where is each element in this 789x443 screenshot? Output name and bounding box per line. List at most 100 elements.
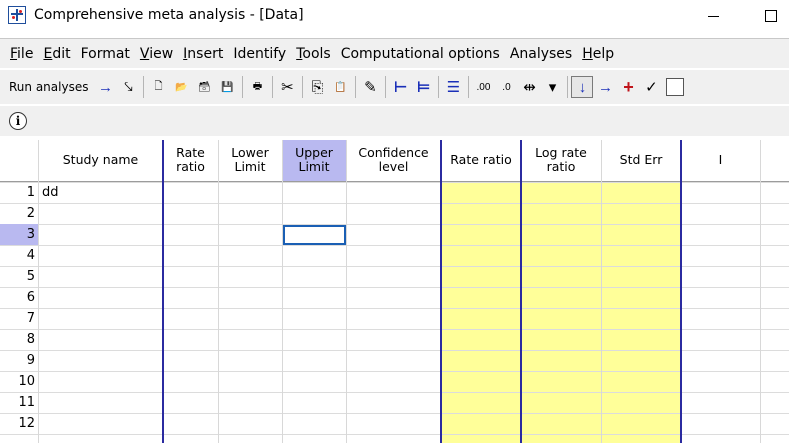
column-header[interactable]: Rate ratio	[163, 140, 218, 182]
menu-insert[interactable]: Insert	[179, 46, 227, 62]
toolbar: Run analyses → ⤥ 🗋 📂 🗃 💾 🖶 ✂ ⎘ 📋 ✎ ⊢ ⊨ ☰ .00.0 ⇹ ▾ ↓ → + ✓	[0, 70, 789, 104]
row-number[interactable]: 5	[0, 266, 38, 287]
column-header[interactable]: Log rate ratio	[521, 140, 601, 182]
row-number[interactable]: 2	[0, 203, 38, 224]
grid-row-line	[0, 350, 789, 351]
grid-row-line	[0, 224, 789, 225]
menu-file[interactable]: File	[6, 46, 37, 62]
grid-row-line	[0, 434, 789, 435]
grid-row-line	[0, 329, 789, 330]
info-bar: i	[0, 106, 789, 136]
new-file-icon[interactable]: 🗋	[147, 76, 169, 98]
column-header[interactable]: Std Err	[601, 140, 681, 182]
grid-row-line	[0, 392, 789, 393]
row-number[interactable]: 1	[0, 182, 38, 203]
menu-identify[interactable]: Identify	[229, 46, 290, 62]
paste-icon[interactable]: 📋	[329, 76, 351, 98]
toolbar-separator	[567, 76, 569, 98]
cut-icon[interactable]: ✂	[276, 76, 298, 98]
copy-icon[interactable]: ⎘	[306, 76, 328, 98]
window-title: Comprehensive meta analysis - [Data]	[34, 7, 304, 23]
column-width-icon[interactable]: ⇹	[518, 76, 540, 98]
menu-analyses[interactable]: Analyses	[506, 46, 576, 62]
grid-column-line	[38, 140, 39, 443]
computed-column-bg	[521, 140, 601, 443]
grid-column-line	[282, 140, 283, 443]
move-down-icon[interactable]: ↓	[571, 76, 594, 98]
column-header[interactable]: Rate ratio	[441, 140, 521, 182]
grid-column-line	[680, 140, 682, 443]
dropdown-icon[interactable]: ▾	[541, 76, 563, 98]
menu-bar: File Edit Format View Insert Identify Tools Com…	[0, 38, 789, 68]
row-number[interactable]: 4	[0, 245, 38, 266]
decrease-decimals-icon[interactable]: .0	[495, 76, 517, 98]
grid-column-line	[440, 140, 442, 443]
row-number[interactable]: 8	[0, 329, 38, 350]
toolbar-separator	[468, 76, 470, 98]
open-folder-icon[interactable]: 📂	[170, 76, 192, 98]
grid-column-line	[218, 140, 219, 443]
grid-row-line	[0, 182, 789, 183]
toggle-checkbox[interactable]	[666, 78, 685, 96]
save-icon[interactable]: 💾	[216, 76, 238, 98]
toolbar-separator	[385, 76, 387, 98]
toolbar-separator	[302, 76, 304, 98]
toolbar-separator	[438, 76, 440, 98]
grid-column-line	[520, 140, 522, 443]
computed-column-bg	[601, 140, 681, 443]
column-header[interactable]: Upper Limit	[282, 140, 346, 182]
edit-icon[interactable]: ✎	[359, 76, 381, 98]
grid-column-line	[162, 140, 164, 443]
menu-tools[interactable]: Tools	[292, 46, 335, 62]
column-header[interactable]	[760, 140, 789, 182]
wand-icon[interactable]: ⤥	[117, 76, 139, 98]
column-header[interactable]: Lower Limit	[218, 140, 282, 182]
grid-column-line	[601, 140, 602, 443]
menu-computational-options[interactable]: Computational options	[337, 46, 504, 62]
grid-row-line	[0, 203, 789, 204]
study-name-cell[interactable]: dd	[42, 182, 59, 203]
print-icon[interactable]: 🖶	[246, 76, 268, 98]
list-indent-icon[interactable]: ☰	[442, 76, 464, 98]
row-number[interactable]: 11	[0, 392, 38, 413]
data-grid: Study name Rate ratio Lower Limit Upper Limit C…	[0, 140, 789, 443]
move-right-icon[interactable]: →	[594, 76, 616, 98]
toolbar-separator	[355, 76, 357, 98]
row-number[interactable]: 12	[0, 413, 38, 434]
decrease-indent-icon[interactable]: ⊢	[389, 76, 411, 98]
toolbar-separator	[272, 76, 274, 98]
grid-column-line	[760, 140, 761, 443]
info-icon[interactable]: i	[9, 112, 27, 130]
maximize-button[interactable]	[758, 6, 782, 26]
column-header[interactable]: Study name	[38, 140, 163, 182]
check-icon[interactable]: ✓	[640, 76, 662, 98]
header-corner	[0, 140, 38, 182]
run-analyses-button[interactable]: Run analyses	[9, 80, 88, 94]
row-number[interactable]: 3	[0, 224, 38, 245]
menu-view[interactable]: View	[136, 46, 177, 62]
plus-icon[interactable]: +	[617, 76, 639, 98]
increase-decimals-icon[interactable]: .00	[472, 76, 494, 98]
row-number[interactable]: 6	[0, 287, 38, 308]
row-number[interactable]: 9	[0, 350, 38, 371]
row-number[interactable]: 10	[0, 371, 38, 392]
grid-row-line	[0, 266, 789, 267]
minimize-button[interactable]	[700, 6, 730, 26]
title-bar: Comprehensive meta analysis - [Data]	[0, 0, 789, 32]
grid-row-line	[0, 371, 789, 372]
increase-indent-icon[interactable]: ⊨	[412, 76, 434, 98]
column-header[interactable]: Confidence level	[346, 140, 441, 182]
grid-row-line	[0, 308, 789, 309]
save-all-icon[interactable]: 🗃	[193, 76, 215, 98]
run-arrow-icon[interactable]: →	[94, 76, 116, 98]
app-icon	[8, 6, 26, 24]
menu-format[interactable]: Format	[77, 46, 134, 62]
active-cell[interactable]	[283, 225, 346, 245]
grid-row-line	[0, 287, 789, 288]
toolbar-separator	[242, 76, 244, 98]
row-number[interactable]: 7	[0, 308, 38, 329]
toolbar-separator	[143, 76, 145, 98]
column-header[interactable]: I	[681, 140, 760, 182]
menu-help[interactable]: Help	[578, 46, 618, 62]
menu-edit[interactable]: Edit	[39, 46, 74, 62]
